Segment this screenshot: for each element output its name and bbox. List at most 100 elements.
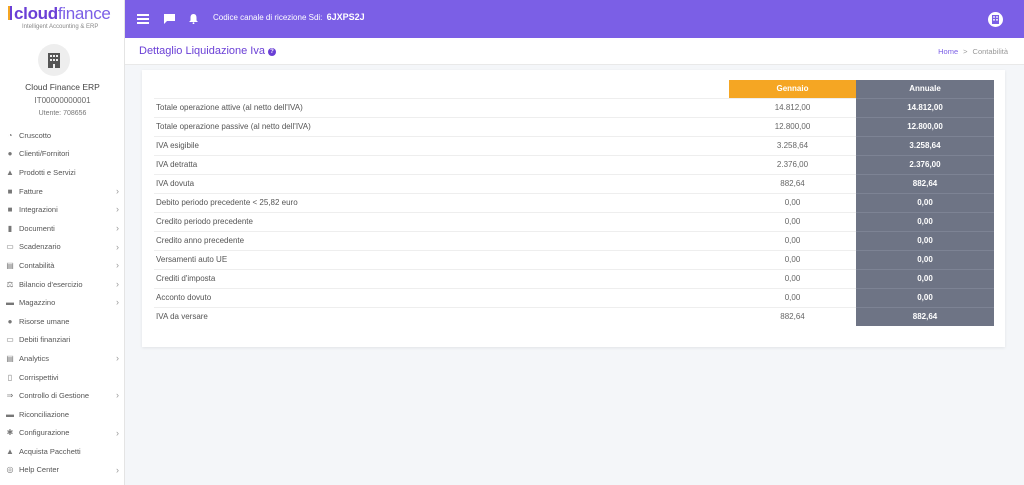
table-row: Versamenti auto UE 0,00 0,00 [154,249,994,269]
cell-annual: 0,00 [856,211,994,231]
gear-icon: ✱ [6,428,14,438]
cell-annual: 0,00 [856,268,994,288]
user-icon: ● [7,316,13,326]
chevron-right-icon: › [116,278,119,289]
sidebar-item-label: Prodotti e Servizi [19,167,76,177]
sidebar-item-prodotti-e-servizi[interactable]: ▲ Prodotti e Servizi [0,163,125,182]
cell-label: Debito periodo precedente < 25,82 euro [154,192,729,212]
sidebar-item-risorse-umane[interactable]: ● Risorse umane [0,312,125,331]
cell-annual: 2.376,00 [856,154,994,174]
help-icon[interactable]: ? [267,48,276,56]
breadcrumb-home[interactable]: Home [938,47,958,56]
cell-month: 882,64 [729,306,856,326]
sidebar-item-clienti-fornitori[interactable]: ● Clienti/Fornitori [0,145,125,164]
arrow-icon: ⇒ [6,391,14,401]
sidebar-item-help-center[interactable]: ◎ Help Center › [0,461,125,480]
table-row: IVA detratta 2.376,00 2.376,00 [154,154,994,174]
brand-name-bold: cloud [14,4,58,23]
cell-annual: 882,64 [856,306,994,326]
table-row: Acconto dovuto 0,00 0,00 [154,287,994,307]
sidebar-item-configurazione[interactable]: ✱ Configurazione › [0,424,125,443]
book-icon: ▤ [6,353,14,363]
sidebar-item-corrispettivi[interactable]: ▯ Corrispettivi [0,368,125,387]
cell-annual: 14.812,00 [856,97,994,117]
sidebar-item-label: Scadenzario [19,242,61,252]
channel-code-value: 6JXPS2J [326,12,365,22]
cell-label: Crediti d'imposta [154,268,729,288]
cell-annual: 0,00 [856,249,994,269]
chat-icon[interactable] [161,0,177,38]
menu-toggle-icon[interactable] [134,0,152,38]
chevron-right-icon: › [116,297,119,308]
chevron-right-icon: › [116,353,119,364]
user-icon: ● [7,149,13,159]
cell-label: Totale operazione attive (al netto dell'… [154,97,729,117]
sidebar-item-acquista-pacchetti[interactable]: ▲ Acquista Pacchetti [0,442,125,461]
sidebar-item-contabilit[interactable]: ▤ Contabilità › [0,256,125,275]
sidebar-item-label: Bilancio d'esercizio [19,279,83,289]
chevron-right-icon: › [116,464,119,475]
table-row: Debito periodo precedente < 25,82 euro 0,… [154,192,994,212]
sidebar-item-integrazioni[interactable]: ■ Integrazioni › [0,200,125,219]
sidebar-item-controllo-di-gestione[interactable]: ⇒ Controllo di Gestione › [0,386,125,405]
documents-icon: ▮ [7,223,13,233]
cell-month: 2.376,00 [729,154,856,174]
table-header-annual: Annuale [856,80,994,98]
receipt-icon: ▯ [7,372,13,382]
cell-month: 0,00 [729,268,856,288]
company-user: Utente: 708656 [38,110,87,117]
channel-code-text: Codice canale di ricezione Sdi: 6JXPS2J [213,12,365,22]
sidebar-item-cruscotto[interactable]: ◔ Cruscotto [0,126,125,145]
sidebar-item-analytics[interactable]: ▤ Analytics › [0,349,125,368]
cell-month: 0,00 [729,230,856,250]
cell-label: Versamenti auto UE [154,249,729,269]
sidebar-item-riconciliazione[interactable]: ▬ Riconciliazione [0,405,125,424]
iva-card: Gennaio Annuale Totale operazione attive… [142,70,1005,347]
cell-month: 0,00 [729,287,856,307]
brand-tagline: Intelligent Accounting & ERP [22,24,99,30]
cell-annual: 0,00 [856,287,994,307]
chevron-right-icon: › [116,241,119,252]
sidebar-item-label: Debiti finanziari [19,335,71,345]
table-row: IVA da versare 882,64 882,64 [154,306,994,326]
cell-month: 882,64 [729,173,856,193]
page-title: Dettaglio Liquidazione Iva [139,45,265,57]
chevron-right-icon: › [116,260,119,271]
sidebar: Cloud Finance ERP IT00000000001 Utente: … [0,38,125,485]
book-icon: ▤ [6,260,14,270]
money-icon: ▭ [6,335,14,345]
cell-annual: 3.258,64 [856,135,994,155]
sidebar-item-label: Riconciliazione [19,409,70,419]
bell-icon[interactable] [186,0,200,38]
sidebar-item-label: Corrispettivi [19,372,59,382]
cell-annual: 0,00 [856,192,994,212]
user-avatar-icon[interactable] [987,0,1003,38]
company-vat: IT00000000001 [34,96,91,105]
cell-month: 14.812,00 [729,97,856,117]
table-header-month: Gennaio [729,80,856,98]
cell-label: Acconto dovuto [154,287,729,307]
sidebar-item-bilancio-d-esercizio[interactable]: ⚖ Bilancio d'esercizio › [0,275,125,294]
file-icon: ■ [7,205,13,215]
sidebar-item-fatture[interactable]: ■ Fatture › [0,182,125,201]
chevron-right-icon: › [116,427,119,438]
sidebar-item-label: Controllo di Gestione [19,391,90,401]
sidebar-item-debiti-finanziari[interactable]: ▭ Debiti finanziari [0,331,125,350]
bank-icon: ▬ [6,409,14,419]
sidebar-menu: ◔ Cruscotto ● Clienti/Fornitori ▲ Prodotti e … [0,126,125,479]
sidebar-item-documenti[interactable]: ▮ Documenti › [0,219,125,238]
sidebar-item-label: Risorse umane [19,316,70,326]
sidebar-item-label: Documenti [19,223,55,233]
company-name: Cloud Finance ERP [25,82,100,92]
sidebar-item-magazzino[interactable]: ▬ Magazzino › [0,293,125,312]
breadcrumb-current: Contabilità [972,47,1008,56]
sidebar-item-label: Cruscotto [19,130,52,140]
dashboard-icon: ◔ [7,130,13,140]
cell-month: 0,00 [729,211,856,231]
cell-label: IVA dovuta [154,173,729,193]
brand-logo[interactable]: cloudfinance Intelligent Accounting & ER… [0,0,125,38]
cell-annual: 0,00 [856,230,994,250]
table-row: Totale operazione passive (al netto dell… [154,116,994,136]
sidebar-item-scadenzario[interactable]: ▭ Scadenzario › [0,238,125,257]
sidebar-item-label: Clienti/Fornitori [19,149,70,159]
